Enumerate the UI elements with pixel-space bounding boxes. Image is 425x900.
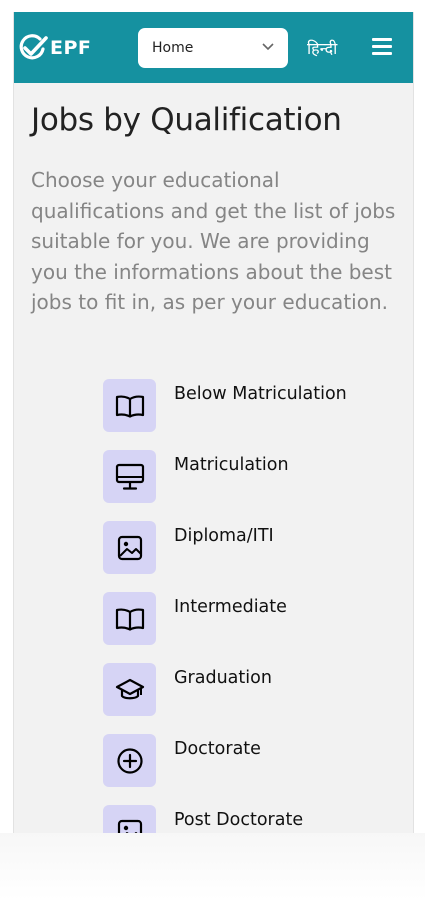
graduation-cap-icon (103, 663, 156, 716)
qualification-label: Below Matriculation (174, 384, 347, 404)
checkmark-logo-icon (19, 34, 48, 60)
page-description: Choose your educational qualifications a… (31, 168, 396, 314)
chevron-down-icon (262, 43, 274, 51)
bottom-shadow (0, 833, 425, 900)
qualification-label: Intermediate (174, 597, 287, 617)
book-icon (103, 379, 156, 432)
logo-text: EPF (50, 37, 92, 59)
qualification-label: Diploma/ITI (174, 526, 274, 546)
page-select[interactable]: Home (138, 28, 288, 68)
qualification-label: Post Doctorate (174, 810, 304, 830)
book-icon (103, 592, 156, 645)
monitor-icon (103, 450, 156, 503)
page-title: Jobs by Qualification (31, 102, 342, 138)
image-icon (103, 521, 156, 574)
brand-logo[interactable]: EPF (18, 34, 91, 62)
qualification-label: Doctorate (174, 739, 261, 759)
top-navbar: EPF Home हिन्दी (14, 12, 413, 83)
image-icon (103, 805, 156, 833)
page-select-value: Home (152, 40, 194, 56)
language-toggle-link[interactable]: हिन्दी (307, 37, 337, 59)
plus-circle-icon (103, 734, 156, 787)
qualification-label: Graduation (174, 668, 272, 688)
app-frame: EPF Home हिन्दी Jobs by Qualification Ch… (13, 12, 414, 833)
hamburger-menu-icon[interactable] (372, 38, 392, 55)
qualification-label: Matriculation (174, 455, 289, 475)
